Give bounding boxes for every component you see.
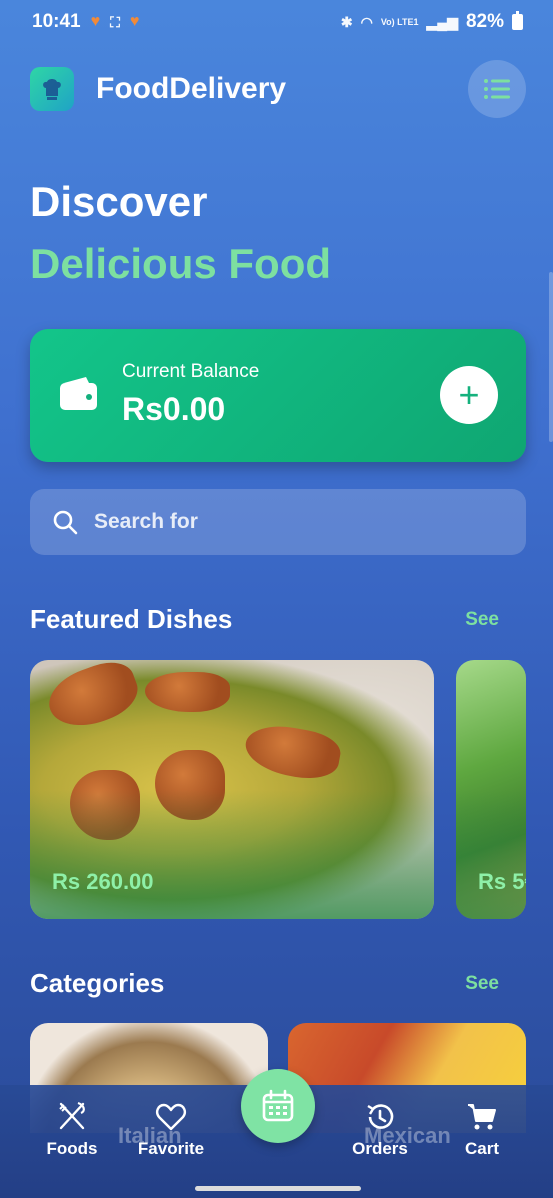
signal-icon: ▂▄▆ [426,13,458,30]
featured-dish-card[interactable]: Rs 5€ [456,660,526,919]
battery-percent: 82% [465,11,504,32]
battery-icon [512,11,523,30]
categories-see-link[interactable]: See [465,973,499,995]
health-app-icon: ♥ [90,13,101,30]
wifi-icon: ◠ [360,13,373,30]
food-image-part [241,720,344,784]
chef-hat-icon [30,67,74,111]
balance-value: Rs0.00 [122,391,226,427]
status-bar: 10:41 ♥ ⛶ ♥ ✱ ◠ Vo) LTE1 ▂▄▆ 82% [0,0,553,44]
nav-cart-label: Cart [464,1139,499,1158]
balance-label: Current Balance [122,361,260,382]
featured-see-link[interactable]: See [465,609,499,631]
search-bar[interactable]: Search for [30,489,526,555]
status-time: 10:41 [32,11,81,32]
dish-price: Rs 5€ [478,869,526,894]
bluetooth-icon: ✱ [340,13,353,30]
screenshot-icon: ⛶ [110,13,120,30]
app-name: FoodDelivery [96,72,287,105]
food-image-part [70,770,140,840]
calendar-icon [262,1089,294,1122]
nav-foods-label: Foods [46,1139,98,1158]
search-input[interactable]: Search for [94,510,198,534]
hero-subtitle: Delicious Food [30,240,332,287]
scrollbar[interactable] [549,272,553,442]
hero-title: Discover [30,178,208,225]
plus-icon: + [458,374,480,415]
wallet-icon [60,377,97,410]
category-label-mexican: Mexican [364,1123,451,1148]
cart-icon [468,1104,496,1130]
menu-button[interactable] [468,60,526,118]
home-indicator[interactable] [195,1186,361,1191]
nav-foods[interactable]: Foods [27,1101,117,1159]
brand: FoodDelivery [30,67,286,111]
featured-dish-card[interactable]: Rs 260.00 [30,660,434,919]
dish-price: Rs 260.00 [52,869,154,894]
food-image-part [145,672,230,712]
food-image [41,660,145,737]
categories-title: Categories [30,968,165,998]
featured-title: Featured Dishes [30,604,233,634]
category-label-italian: Italian [118,1123,182,1148]
fork-knife-icon [59,1101,85,1130]
health-app-icon-2: ♥ [129,13,140,30]
calendar-button[interactable] [241,1069,315,1143]
balance-card: Current Balance Rs0.00 + [30,329,526,462]
food-image-part [155,750,225,820]
app-header: FoodDelivery [30,60,526,118]
network-label: Vo) LTE1 [380,16,419,27]
search-icon [53,510,78,535]
list-menu-icon [484,79,510,99]
add-balance-button[interactable]: + [440,366,498,424]
